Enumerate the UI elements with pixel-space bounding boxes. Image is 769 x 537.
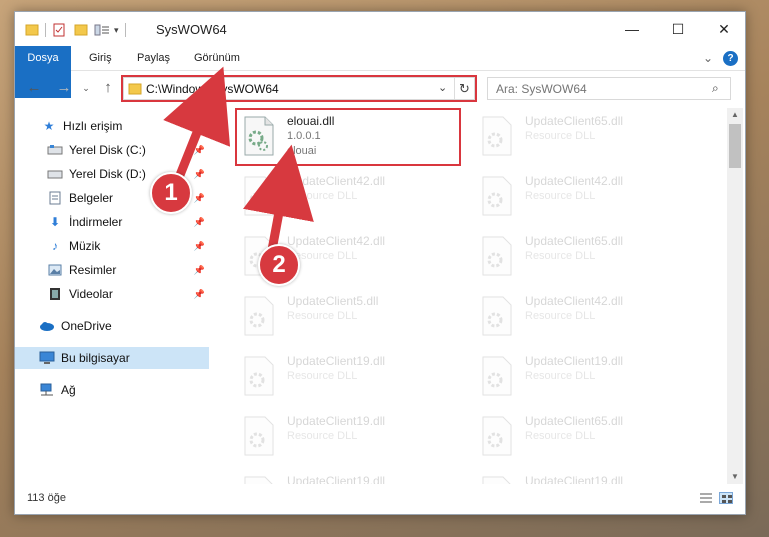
annotation-arrows [163,66,314,251]
annotation-badge-2: 2 [258,244,300,286]
annotation-badge-1: 1 [150,172,192,214]
arrow-1 [163,66,231,182]
arrow-2 [243,144,314,251]
